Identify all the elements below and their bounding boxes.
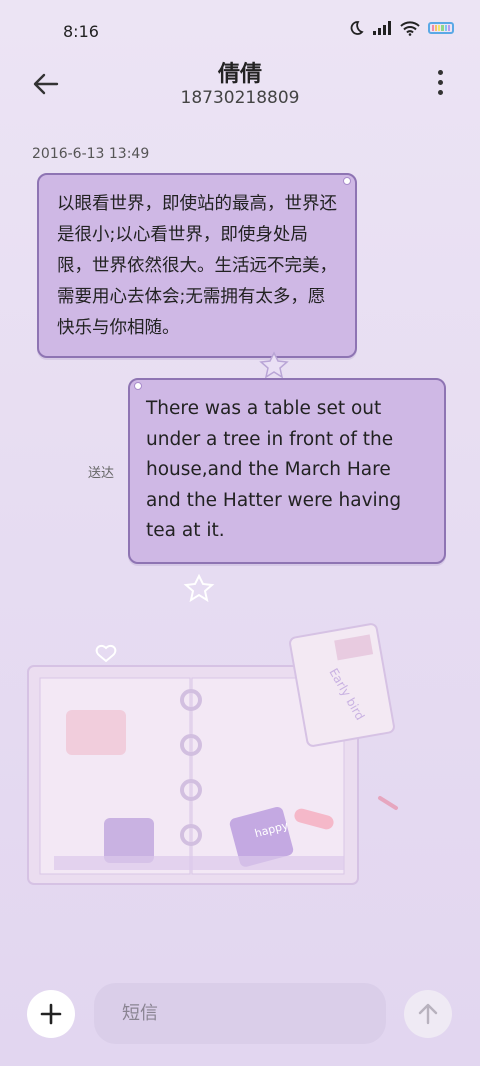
outgoing-message-text: There was a table set out under a tree i… xyxy=(146,398,402,541)
conversation-header: 倩倩 18730218809 xyxy=(0,56,480,116)
more-options-icon[interactable] xyxy=(436,70,444,96)
send-button[interactable] xyxy=(404,990,452,1038)
plus-icon xyxy=(40,1003,62,1025)
contact-name: 倩倩 xyxy=(217,62,262,87)
contact-phone: 18730218809 xyxy=(180,88,300,108)
incoming-message-bubble[interactable]: 以眼看世界，即使站的最高，世界还是很小;以心看世界，即使身处局限，世界依然很大。… xyxy=(37,173,357,379)
add-attachment-button[interactable] xyxy=(27,990,75,1038)
signal-icon xyxy=(373,21,391,35)
status-bar: 8:16 xyxy=(0,0,480,56)
heart-decoration-icon xyxy=(95,644,117,663)
star-decoration-icon xyxy=(183,573,215,603)
up-arrow-icon xyxy=(418,1003,438,1025)
battery-icon xyxy=(428,22,454,34)
notebook-illustration: happy Early bird xyxy=(27,573,398,885)
incoming-message-text: 以眼看世界，即使站的最高，世界还是很小;以心看世界，即使身处局限，世界依然很大。… xyxy=(57,194,337,338)
moon-icon xyxy=(350,21,364,35)
star-decoration-icon xyxy=(259,351,289,379)
message-input[interactable]: 短信 xyxy=(94,983,386,1044)
delivery-status: 送达 xyxy=(88,466,115,481)
bow-decoration xyxy=(343,177,351,185)
outgoing-message-bubble[interactable]: There was a table set out under a tree i… xyxy=(128,378,446,564)
bow-decoration xyxy=(134,382,142,390)
message-timestamp: 2016-6-13 13:49 xyxy=(32,146,150,162)
wifi-icon xyxy=(400,20,420,36)
status-time: 8:16 xyxy=(63,22,99,41)
